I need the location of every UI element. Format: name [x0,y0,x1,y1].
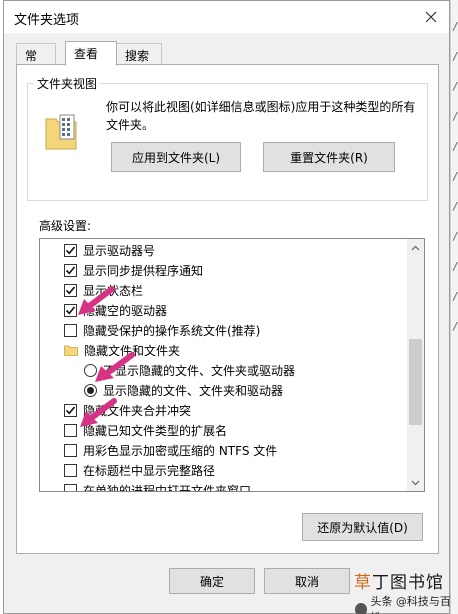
account-icon [355,602,368,614]
cancel-button[interactable]: 取消 [264,568,350,594]
watermark-logo: 草丁图书馆 [354,573,444,593]
folder-views-description: 你可以将此视图(如详细信息或图标)应用于这种类型的所有文件夹。 [106,100,416,132]
radio-selected[interactable] [84,383,97,397]
list-item[interactable]: 在标题栏中显示完整路径 [40,460,408,480]
list-item-label: 隐藏文件夹合并冲突 [83,403,192,418]
background-text: / [452,320,458,333]
list-item-label: 显示状态栏 [83,283,144,298]
restore-defaults-button[interactable]: 还原为默认值(D) [302,513,423,541]
folder-options-dialog: 文件夹选项 常规 查看 搜索 文件夹视图 你可以将此视图(如 [3,0,450,614]
list-item-label: 不显示隐藏的文件、文件夹或驱动器 [103,363,296,378]
list-item-label: 隐藏已知文件类型的扩展名 [83,423,228,438]
list-item[interactable]: 显示驱动器号 [40,240,408,260]
list-item[interactable]: 隐藏文件夹合并冲突 [40,400,408,420]
ok-button[interactable]: 确定 [169,568,255,594]
background-text: / [452,110,458,123]
list-item-label: 隐藏文件和文件夹 [84,343,181,358]
tab-view[interactable]: 查看 [65,41,117,66]
background-text: / [452,200,458,213]
list-item-label: 显示隐藏的文件、文件夹和驱动器 [103,383,284,398]
folder-view-icon [45,114,77,150]
list-item-label: 显示同步提供程序通知 [83,263,204,278]
scroll-up-button[interactable] [407,239,424,256]
tab-general[interactable]: 常规 [16,43,56,80]
checkbox-unchecked[interactable] [64,463,77,477]
background-text: / [452,260,458,273]
scroll-down-button[interactable] [407,474,424,491]
list-item-label: 显示驱动器号 [83,243,156,258]
close-icon [425,11,437,23]
background-text: / [452,290,458,303]
checkbox-checked[interactable] [64,243,77,257]
list-item[interactable]: 显示状态栏 [40,280,408,300]
radio-unselected[interactable] [84,363,97,377]
advanced-settings-list[interactable]: 显示驱动器号 显示同步提供程序通知 显示状态栏 隐藏空的驱动器 隐藏受保护的操作… [39,238,425,492]
title-bar: 文件夹选项 [4,1,449,33]
background-text: / [452,80,458,93]
background-window-edge: / / / / / / / / / / / [450,0,458,614]
list-item[interactable]: 隐藏已知文件类型的扩展名 [40,420,408,440]
list-item: 隐藏文件和文件夹 [40,340,408,360]
list-item-label: 隐藏空的驱动器 [83,303,168,318]
chevron-down-icon [411,480,420,485]
checkbox-checked[interactable] [64,403,77,417]
list-item-label: 隐藏受保护的操作系统文件(推荐) [83,323,261,338]
list-item[interactable]: 在单独的进程中打开文件夹窗口 [40,480,408,492]
watermark-caption: 头条 @科技与百姓 [355,593,458,614]
folder-icon [64,345,78,356]
folder-views-legend: 文件夹视图 [34,75,101,92]
list-item[interactable]: 隐藏受保护的操作系统文件(推荐) [40,320,408,340]
checkbox-checked[interactable] [64,303,77,317]
background-text: / [452,50,458,63]
list-item-label: 用彩色显示加密或压缩的 NTFS 文件 [83,443,278,458]
checkbox-checked[interactable] [64,283,77,297]
reset-folders-button[interactable]: 重置文件夹(R) [263,142,395,172]
vertical-scrollbar[interactable] [407,239,424,491]
dialog-title: 文件夹选项 [14,13,80,28]
background-text: / [452,230,458,243]
checkbox-unchecked[interactable] [64,483,77,491]
scroll-thumb[interactable] [409,339,422,425]
list-item-label: 在标题栏中显示完整路径 [83,463,216,478]
list-item[interactable]: 不显示隐藏的文件、文件夹或驱动器 [40,360,408,380]
checkbox-unchecked[interactable] [64,443,77,457]
list-item[interactable]: 隐藏空的驱动器 [40,300,408,320]
tab-search[interactable]: 搜索 [116,43,162,65]
background-text: / [452,140,458,153]
list-item[interactable]: 显示隐藏的文件、文件夹和驱动器 [40,380,408,400]
close-button[interactable] [419,5,443,29]
list-item[interactable]: 用彩色显示加密或压缩的 NTFS 文件 [40,440,408,460]
folder-views-group: 文件夹视图 你可以将此视图(如详细信息或图标)应用于这种类型的所有文件夹。 应用… [27,75,428,201]
list-item[interactable]: 显示同步提供程序通知 [40,260,408,280]
checkbox-checked[interactable] [64,263,77,277]
list-item-label: 在单独的进程中打开文件夹窗口 [83,483,252,492]
background-text: / [452,170,458,183]
checkbox-unchecked[interactable] [64,323,77,337]
background-text: / [452,20,458,33]
view-tab-panel: 文件夹视图 你可以将此视图(如详细信息或图标)应用于这种类型的所有文件夹。 应用… [16,64,439,554]
chevron-up-icon [411,245,420,250]
advanced-settings-label: 高级设置: [39,219,92,233]
checkbox-unchecked[interactable] [64,423,77,437]
apply-to-folders-button[interactable]: 应用到文件夹(L) [111,142,241,172]
